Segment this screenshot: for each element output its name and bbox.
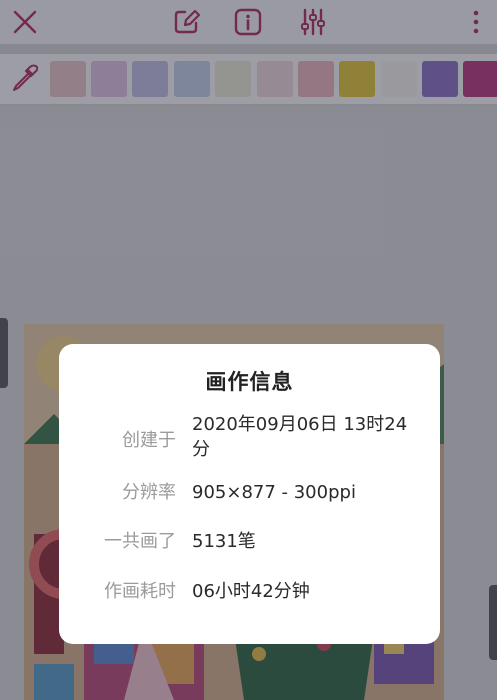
resolution-label: 分辨率 (122, 482, 176, 503)
duration-value: 06小时42分钟 (192, 581, 310, 602)
dialog-title: 画作信息 (205, 370, 294, 394)
created-label: 创建于 (122, 430, 176, 451)
duration-label: 作画耗时 (104, 581, 176, 602)
created-value: 2020年09月06日 13时24分 (192, 414, 408, 460)
resolution-value: 905×877 - 300ppi (192, 482, 356, 503)
artwork-info-dialog: 画作信息 创建于 2020年09月06日 13时24分 分辨率 905×877 … (59, 344, 440, 644)
strokes-value: 5131笔 (192, 531, 256, 552)
strokes-label: 一共画了 (104, 531, 176, 552)
